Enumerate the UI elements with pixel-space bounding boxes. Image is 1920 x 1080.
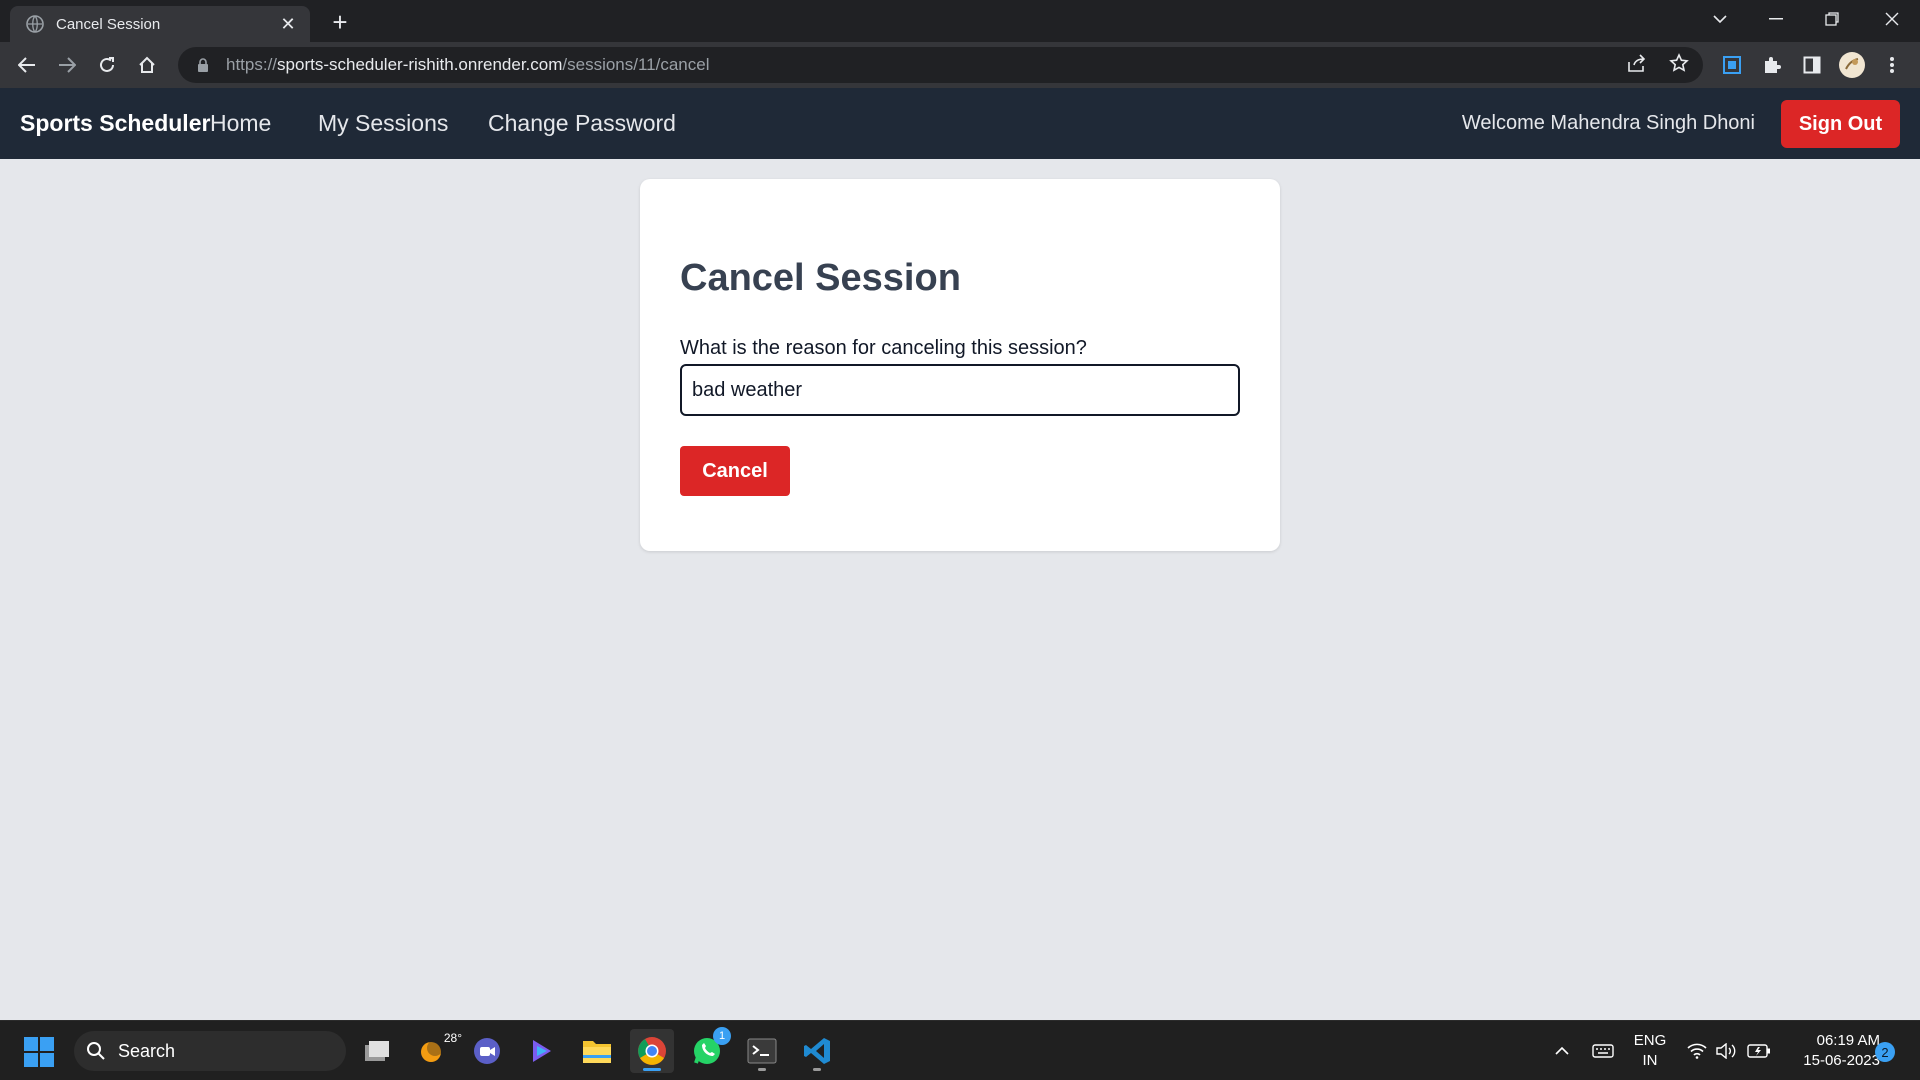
screenshot-extension-icon[interactable] <box>1715 48 1749 82</box>
taskbar-search-box[interactable]: Search <box>74 1031 346 1071</box>
globe-icon <box>26 15 44 33</box>
taskbar-search-label: Search <box>118 1040 176 1061</box>
wifi-icon[interactable] <box>1684 1021 1710 1080</box>
weather-icon[interactable]: 28° <box>410 1029 462 1073</box>
reason-label: What is the reason for canceling this se… <box>680 337 1087 359</box>
weather-temp: 28° <box>443 1031 462 1045</box>
task-view-icon[interactable] <box>355 1029 399 1073</box>
url-text: https://sports-scheduler-rishith.onrende… <box>226 55 710 74</box>
more-vertical-icon[interactable] <box>1875 48 1909 82</box>
windows-taskbar: Search 28° 1 ENG IN 06:19 AM 15-06-2023 … <box>0 1020 1920 1080</box>
tab-search-chevron-icon[interactable] <box>1692 0 1748 38</box>
volume-icon[interactable] <box>1714 1021 1740 1080</box>
extensions-puzzle-icon[interactable] <box>1755 48 1789 82</box>
whatsapp-badge: 1 <box>713 1027 731 1045</box>
browser-tab-bar: Cancel Session ✕ + <box>0 0 1920 42</box>
browser-toolbar: https://sports-scheduler-rishith.onrende… <box>0 42 1920 88</box>
app-navbar: Sports Scheduler Home My Sessions Change… <box>0 88 1920 159</box>
active-app-indicator <box>643 1068 661 1071</box>
close-tab-icon[interactable]: ✕ <box>278 14 298 34</box>
close-window-icon[interactable] <box>1864 0 1920 38</box>
back-arrow-icon[interactable] <box>10 48 44 82</box>
minimize-icon[interactable] <box>1748 0 1804 38</box>
cancel-button[interactable]: Cancel <box>680 446 790 496</box>
home-icon[interactable] <box>130 48 164 82</box>
cancel-session-card: Cancel Session What is the reason for ca… <box>640 179 1280 551</box>
brand-title[interactable]: Sports Scheduler <box>20 110 210 137</box>
search-icon <box>86 1041 106 1061</box>
restore-icon[interactable] <box>1804 0 1860 38</box>
address-bar[interactable]: https://sports-scheduler-rishith.onrende… <box>178 47 1703 83</box>
meet-video-icon[interactable] <box>465 1029 509 1073</box>
reason-input[interactable] <box>680 364 1240 416</box>
page-title: Cancel Session <box>680 257 961 299</box>
running-app-indicator <box>758 1068 766 1071</box>
nav-link-change-password[interactable]: Change Password <box>488 110 676 137</box>
reload-icon[interactable] <box>90 48 124 82</box>
copilot-icon[interactable] <box>520 1029 564 1073</box>
share-icon[interactable] <box>1627 53 1647 77</box>
notification-badge[interactable]: 2 <box>1875 1042 1895 1062</box>
file-explorer-icon[interactable] <box>575 1029 619 1073</box>
chrome-icon[interactable] <box>630 1029 674 1073</box>
browser-tab[interactable]: Cancel Session ✕ <box>10 6 310 42</box>
forward-arrow-icon[interactable] <box>50 48 84 82</box>
system-clock[interactable]: 06:19 AM 15-06-2023 <box>1780 1031 1880 1071</box>
battery-icon[interactable] <box>1744 1021 1774 1080</box>
lock-icon[interactable] <box>192 58 214 72</box>
whatsapp-icon[interactable]: 1 <box>685 1027 731 1073</box>
profile-avatar[interactable] <box>1835 48 1869 82</box>
bookmark-star-icon[interactable] <box>1669 52 1689 78</box>
nav-link-my-sessions[interactable]: My Sessions <box>318 110 448 137</box>
show-hidden-icons-chevron-icon[interactable] <box>1550 1021 1574 1080</box>
sign-out-button[interactable]: Sign Out <box>1781 100 1900 148</box>
new-tab-icon[interactable]: + <box>326 7 354 37</box>
vscode-icon[interactable] <box>795 1029 839 1073</box>
keyboard-icon[interactable] <box>1588 1021 1618 1080</box>
language-indicator[interactable]: ENG IN <box>1620 1031 1680 1071</box>
side-panel-icon[interactable] <box>1795 48 1829 82</box>
tab-title: Cancel Session <box>56 15 161 33</box>
welcome-text: Welcome Mahendra Singh Dhoni <box>1461 112 1755 134</box>
terminal-icon[interactable] <box>740 1029 784 1073</box>
running-app-indicator <box>813 1068 821 1071</box>
windows-start-icon[interactable] <box>24 1037 54 1067</box>
nav-link-home[interactable]: Home <box>210 110 271 137</box>
